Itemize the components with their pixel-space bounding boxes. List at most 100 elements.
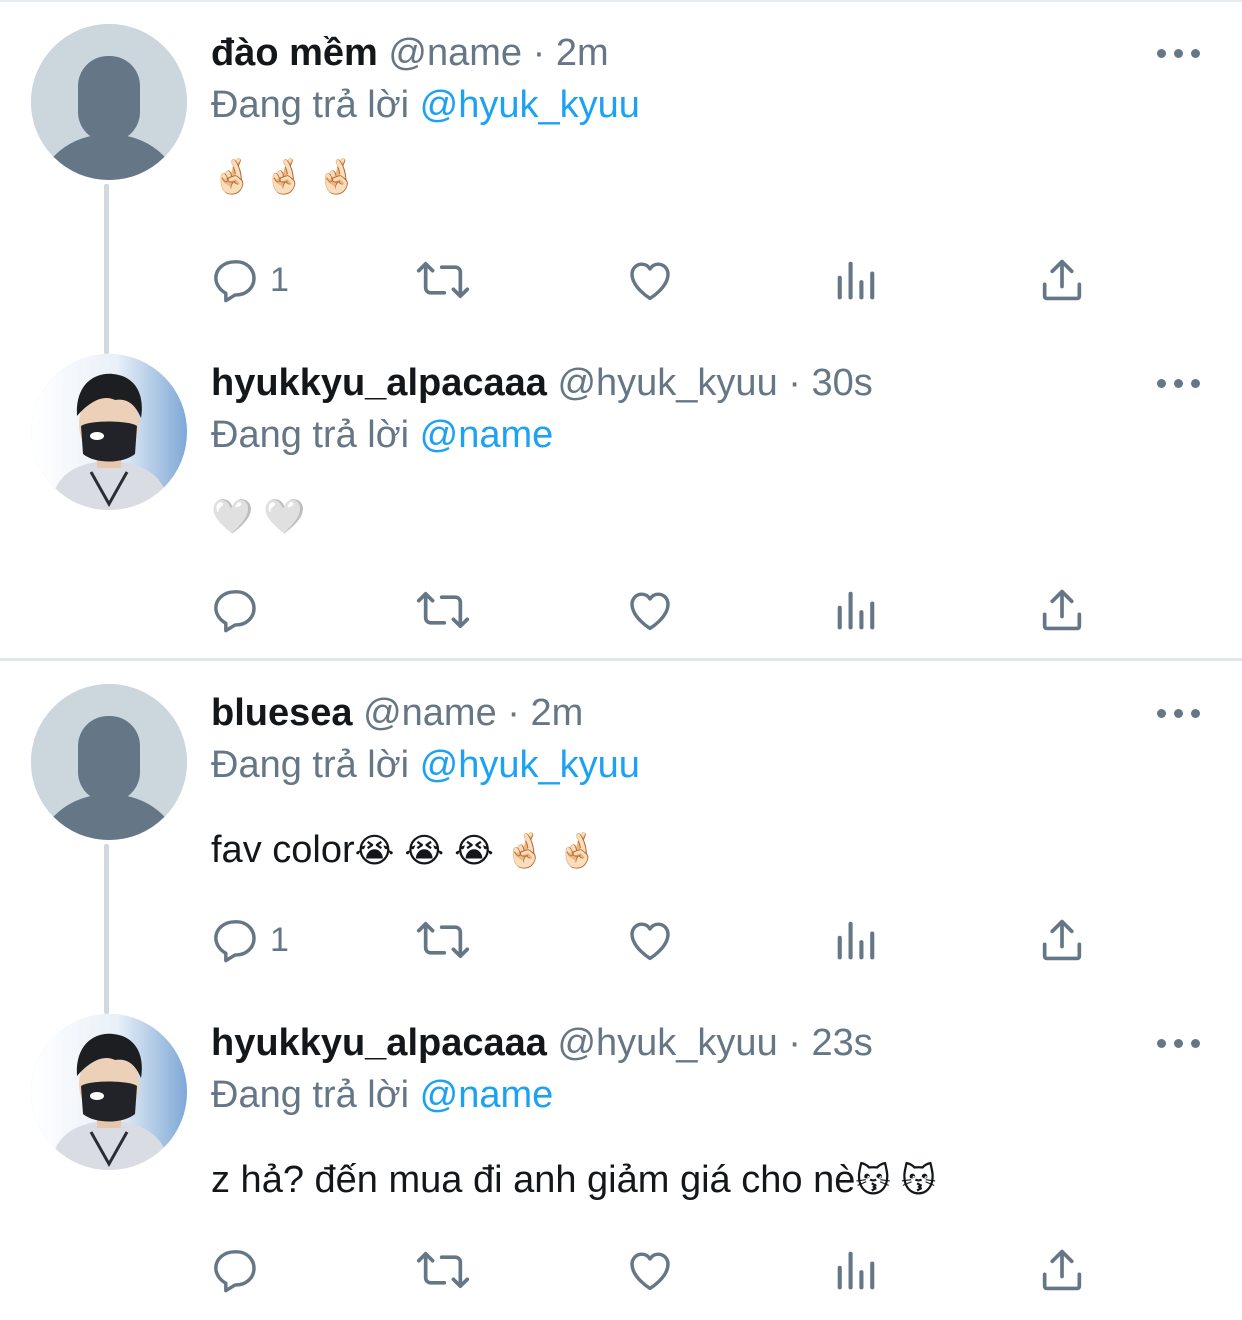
mention-link[interactable]: @name [420, 414, 554, 456]
profile-photo-image [31, 354, 187, 510]
views-button[interactable] [830, 1240, 882, 1300]
tweet-header: bluesea @name · 2m [211, 688, 583, 738]
mention-link[interactable]: @hyuk_kyuu [420, 84, 640, 126]
more-icon[interactable] [1157, 1032, 1201, 1056]
replying-to: Đang trả lời @name [211, 1070, 553, 1120]
user-handle[interactable]: @name [388, 32, 522, 74]
replying-label: Đang trả lời [211, 744, 410, 786]
crying-face-emoji: 😭 [404, 831, 445, 871]
share-button[interactable] [1036, 580, 1088, 640]
tweet-actions: 1 [210, 910, 1110, 970]
kissing-cat-emoji: 😽 [855, 1161, 891, 1201]
tweet-actions: 1 [210, 250, 1110, 310]
tweet-text-content: z hả? đến mua đi anh giảm giá cho nè [211, 1159, 856, 1201]
more-icon[interactable] [1157, 372, 1201, 396]
display-name[interactable]: đào mềm [211, 32, 378, 74]
user-handle[interactable]: @name [363, 692, 497, 734]
replying-to: Đang trả lời @name [211, 410, 553, 460]
heart-icon [630, 922, 670, 961]
reply-button[interactable]: 1 [210, 910, 289, 970]
tweet-text: 🤍 🤍 [211, 486, 316, 547]
retweet-icon [416, 921, 470, 959]
default-profile-icon [31, 684, 187, 840]
tweet-text: z hả? đến mua đi anh giảm giá cho nè😽 😽 [211, 1150, 946, 1211]
tweet[interactable]: đào mềm @name · 2m Đang trả lời @hyuk_ky… [0, 0, 1242, 330]
like-button[interactable] [624, 1240, 676, 1300]
profile-photo[interactable] [31, 354, 187, 510]
user-handle[interactable]: @hyuk_kyuu [557, 362, 777, 404]
tweet[interactable]: bluesea @name · 2m Đang trả lời @hyuk_ky… [0, 660, 1242, 990]
display-name[interactable]: hyukkyu_alpacaaa [211, 1022, 547, 1064]
tweet[interactable]: hyukkyu_alpacaaa @hyuk_kyuu · 30s Đang t… [0, 330, 1242, 660]
reply-icon [214, 590, 256, 633]
replying-to: Đang trả lời @hyuk_kyuu [211, 740, 640, 790]
display-name[interactable]: bluesea [211, 692, 353, 734]
tweet-actions [210, 1240, 1110, 1300]
heart-icon [630, 592, 670, 631]
timestamp[interactable]: 2m [556, 32, 609, 74]
crossed-fingers-emoji: 🤞🏻 [263, 157, 306, 197]
user-handle[interactable]: @hyuk_kyuu [557, 1022, 777, 1064]
more-icon[interactable] [1157, 702, 1201, 726]
replying-label: Đang trả lời [211, 1074, 410, 1116]
profile-photo-image [31, 1014, 187, 1170]
default-avatar[interactable] [31, 684, 187, 840]
share-icon [1042, 1249, 1082, 1291]
retweet-icon [416, 1251, 470, 1289]
display-name[interactable]: hyukkyu_alpacaaa [211, 362, 547, 404]
retweet-button[interactable] [414, 580, 472, 640]
timestamp[interactable]: 30s [811, 362, 872, 404]
replying-to: Đang trả lời @hyuk_kyuu [211, 80, 640, 130]
meta-separator: · [532, 32, 546, 74]
views-button[interactable] [830, 250, 882, 310]
crossed-fingers-emoji: 🤞🏻 [211, 157, 254, 197]
replying-label: Đang trả lời [211, 84, 410, 126]
reply-count: 1 [270, 260, 289, 299]
reply-count: 1 [270, 920, 289, 959]
like-button[interactable] [624, 250, 676, 310]
white-heart-emoji: 🤍 [263, 497, 306, 537]
reply-icon [214, 920, 256, 963]
reply-icon [214, 260, 256, 303]
tweet-header: hyukkyu_alpacaaa @hyuk_kyuu · 23s [211, 1018, 873, 1068]
share-icon [1042, 259, 1082, 301]
share-button[interactable] [1036, 250, 1088, 310]
timestamp[interactable]: 23s [811, 1022, 872, 1064]
default-avatar[interactable] [31, 24, 187, 180]
share-button[interactable] [1036, 1240, 1088, 1300]
replying-label: Đang trả lời [211, 414, 410, 456]
timestamp[interactable]: 2m [531, 692, 584, 734]
share-icon [1042, 919, 1082, 961]
like-button[interactable] [624, 580, 676, 640]
like-button[interactable] [624, 910, 676, 970]
crying-face-emoji: 😭 [454, 831, 494, 871]
reply-button[interactable] [210, 1240, 270, 1300]
crossed-fingers-emoji: 🤞🏻 [556, 831, 599, 871]
more-icon[interactable] [1157, 42, 1201, 66]
retweet-button[interactable] [414, 250, 472, 310]
retweet-button[interactable] [414, 1240, 472, 1300]
views-button[interactable] [830, 910, 882, 970]
tweet-actions [210, 580, 1110, 640]
reply-button[interactable] [210, 580, 270, 640]
kissing-cat-emoji: 😽 [900, 1161, 937, 1201]
crying-face-emoji: 😭 [354, 831, 395, 871]
reply-button[interactable]: 1 [210, 250, 289, 310]
share-button[interactable] [1036, 910, 1088, 970]
meta-separator: · [507, 692, 520, 734]
views-button[interactable] [830, 580, 882, 640]
analytics-icon [837, 591, 875, 630]
meta-separator: · [788, 1022, 801, 1064]
retweet-button[interactable] [414, 910, 472, 970]
white-heart-emoji: 🤍 [211, 497, 254, 537]
retweet-icon [416, 261, 470, 299]
profile-photo[interactable] [31, 1014, 187, 1170]
mention-link[interactable]: @hyuk_kyuu [420, 744, 640, 786]
analytics-icon [837, 1251, 875, 1290]
retweet-icon [416, 591, 470, 629]
tweet-text-content: fav color [211, 829, 355, 871]
mention-link[interactable]: @name [420, 1074, 554, 1116]
default-profile-icon [31, 24, 187, 180]
analytics-icon [837, 261, 875, 300]
tweet[interactable]: hyukkyu_alpacaaa @hyuk_kyuu · 23s Đang t… [0, 990, 1242, 1320]
